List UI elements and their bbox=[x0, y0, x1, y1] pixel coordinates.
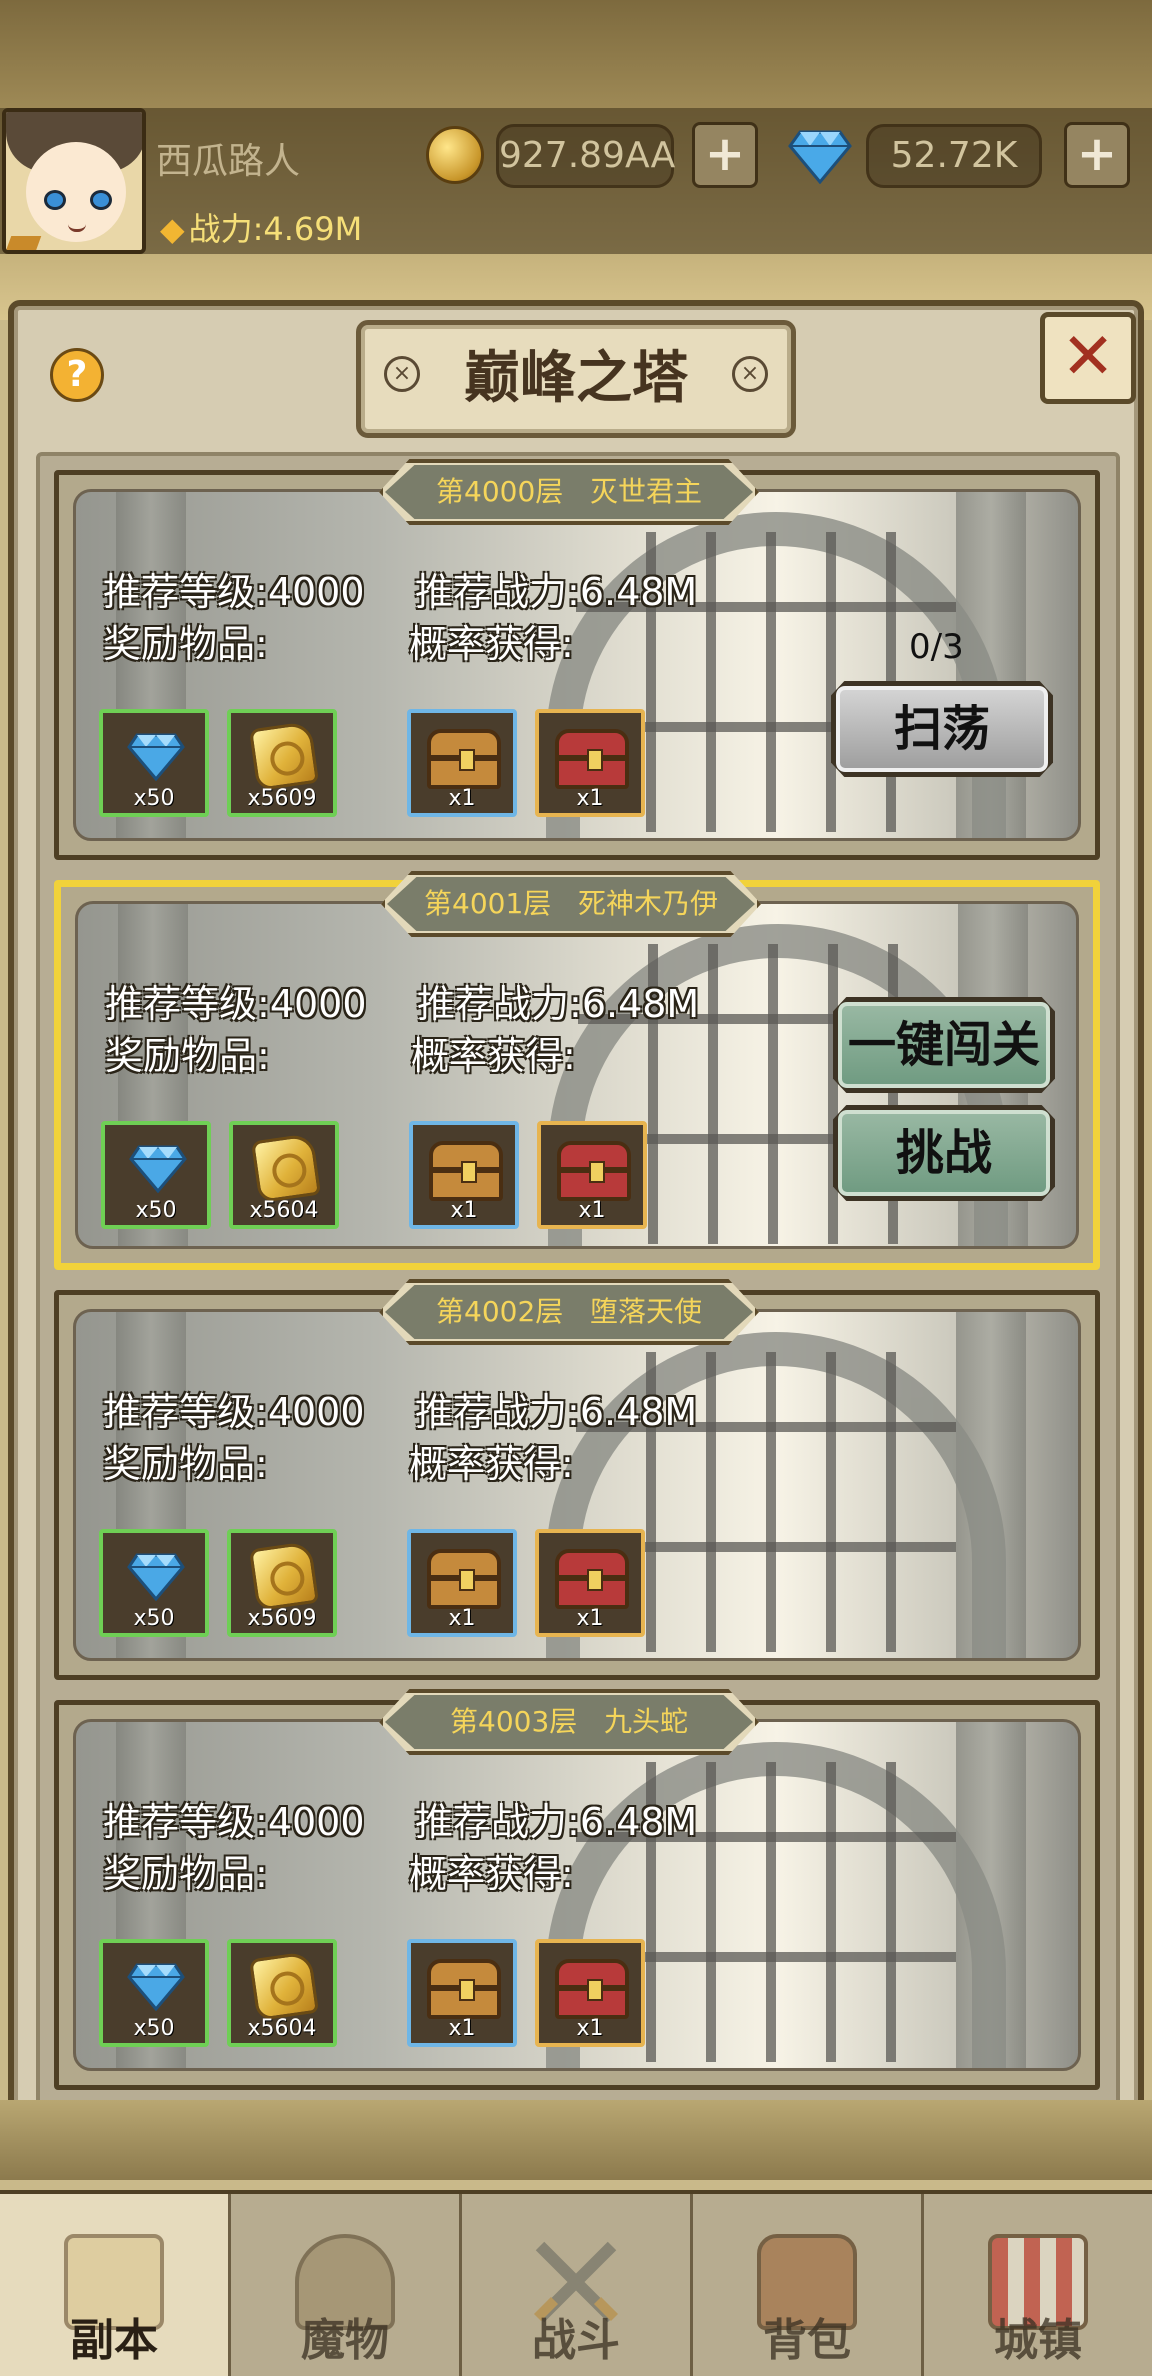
recommended-power: 推荐战力:6.48M bbox=[417, 982, 700, 1026]
chance-item-slot[interactable]: x1 bbox=[537, 1121, 647, 1229]
gold-ore-icon bbox=[248, 1950, 320, 2022]
background-ground bbox=[0, 2100, 1152, 2180]
player-power: ◆ 战力:4.69M bbox=[160, 210, 363, 248]
diamond-icon bbox=[127, 733, 185, 781]
reward-item-slot[interactable]: x50 bbox=[99, 709, 209, 817]
reward-item-slot[interactable]: x5609 bbox=[227, 709, 337, 817]
gold-coin-icon bbox=[426, 126, 484, 184]
item-quantity: x50 bbox=[135, 1198, 177, 1223]
wooden-chest-icon bbox=[427, 1959, 501, 2019]
recommended-level: 推荐等级:4000 bbox=[103, 570, 365, 614]
diamond-icon bbox=[788, 130, 852, 184]
chance-item-slot[interactable]: x1 bbox=[407, 1939, 517, 2047]
nav-dungeon-tab[interactable]: 副本 bbox=[0, 2194, 231, 2376]
add-gems-button[interactable]: + bbox=[1064, 122, 1130, 188]
title-ornament-icon: × bbox=[732, 356, 768, 392]
item-quantity: x5604 bbox=[249, 1198, 319, 1223]
nav-town-tab[interactable]: 城镇 bbox=[924, 2194, 1152, 2376]
item-quantity: x5609 bbox=[247, 1606, 317, 1631]
panel-title: 巅峰之塔 bbox=[356, 320, 796, 438]
reward-label: 奖励物品: bbox=[103, 1442, 268, 1486]
nav-monster-tab[interactable]: 魔物 bbox=[231, 2194, 462, 2376]
red-chest-icon bbox=[555, 729, 629, 789]
sweep-button[interactable]: 扫荡 bbox=[831, 681, 1053, 777]
red-chest-icon bbox=[555, 1959, 629, 2019]
floor-title: 第4000层 灭世君主 bbox=[385, 465, 753, 519]
chance-item-slot[interactable]: x1 bbox=[407, 709, 517, 817]
chance-label: 概率获得: bbox=[409, 622, 574, 666]
nav-battle-tab[interactable]: 战斗 bbox=[462, 2194, 693, 2376]
recommended-level: 推荐等级:4000 bbox=[103, 1800, 365, 1844]
floor-title: 第4001层 死神木乃伊 bbox=[387, 877, 755, 931]
reward-item-slot[interactable]: x50 bbox=[101, 1121, 211, 1229]
power-icon: ◆ bbox=[160, 210, 185, 248]
floor-title: 第4003层 九头蛇 bbox=[385, 1695, 753, 1749]
reward-label: 奖励物品: bbox=[103, 1852, 268, 1896]
chance-item-slot[interactable]: x1 bbox=[409, 1121, 519, 1229]
title-ornament-icon: × bbox=[384, 356, 420, 392]
help-button[interactable]: ? bbox=[50, 348, 104, 402]
floor-card[interactable]: 第4000层 灭世君主推荐等级:4000 推荐战力:6.48M 奖励物品: 概率获得:… bbox=[54, 459, 1100, 860]
red-chest-icon bbox=[555, 1549, 629, 1609]
recommended-level: 推荐等级:4000 bbox=[103, 1390, 365, 1434]
recommended-power: 推荐战力:6.48M bbox=[415, 1390, 698, 1434]
item-quantity: x5609 bbox=[247, 786, 317, 811]
item-quantity: x5604 bbox=[247, 2016, 317, 2041]
item-quantity: x1 bbox=[450, 1198, 478, 1223]
reward-label: 奖励物品: bbox=[105, 1034, 270, 1078]
sweep-count: 0/3 bbox=[909, 627, 964, 667]
rank-badge-icon bbox=[6, 236, 42, 250]
challenge-button[interactable]: 挑战 bbox=[833, 1105, 1055, 1201]
reward-item-slot[interactable]: x50 bbox=[99, 1529, 209, 1637]
item-quantity: x50 bbox=[133, 786, 175, 811]
wooden-chest-icon bbox=[427, 729, 501, 789]
item-quantity: x1 bbox=[576, 1606, 604, 1631]
wooden-chest-icon bbox=[427, 1549, 501, 1609]
item-quantity: x1 bbox=[448, 2016, 476, 2041]
item-quantity: x1 bbox=[448, 786, 476, 811]
red-chest-icon bbox=[557, 1141, 631, 1201]
floor-card[interactable]: 第4001层 死神木乃伊推荐等级:4000 推荐战力:6.48M 奖励物品: 概率获得… bbox=[54, 871, 1100, 1270]
floor-title: 第4002层 堕落天使 bbox=[385, 1285, 753, 1339]
floor-card[interactable]: 第4002层 堕落天使推荐等级:4000 推荐战力:6.48M 奖励物品: 概率获得:… bbox=[54, 1279, 1100, 1680]
item-quantity: x50 bbox=[133, 2016, 175, 2041]
player-name: 西瓜路人 bbox=[156, 141, 301, 182]
item-quantity: x50 bbox=[133, 1606, 175, 1631]
recommended-power: 推荐战力:6.48M bbox=[415, 1800, 698, 1844]
diamond-icon bbox=[127, 1963, 185, 2011]
reward-item-slot[interactable]: x5604 bbox=[229, 1121, 339, 1229]
add-gold-button[interactable]: + bbox=[692, 122, 758, 188]
recommended-power: 推荐战力:6.48M bbox=[415, 570, 698, 614]
gold-ore-icon bbox=[250, 1132, 322, 1204]
reward-item-slot[interactable]: x5604 bbox=[227, 1939, 337, 2047]
gem-amount: 52.72K bbox=[866, 124, 1042, 188]
gold-ore-icon bbox=[248, 1540, 320, 1612]
chance-label: 概率获得: bbox=[409, 1442, 574, 1486]
wooden-chest-icon bbox=[429, 1141, 503, 1201]
bottom-navigation: 副本 魔物 战斗 背包 城镇 bbox=[0, 2190, 1152, 2376]
player-avatar[interactable] bbox=[2, 108, 146, 254]
chance-label: 概率获得: bbox=[411, 1034, 576, 1078]
gold-ore-icon bbox=[248, 720, 320, 792]
diamond-icon bbox=[127, 1553, 185, 1601]
chance-item-slot[interactable]: x1 bbox=[535, 1939, 645, 2047]
reward-item-slot[interactable]: x50 bbox=[99, 1939, 209, 2047]
item-quantity: x1 bbox=[576, 786, 604, 811]
chance-item-slot[interactable]: x1 bbox=[535, 709, 645, 817]
reward-item-slot[interactable]: x5609 bbox=[227, 1529, 337, 1637]
item-quantity: x1 bbox=[576, 2016, 604, 2041]
reward-label: 奖励物品: bbox=[103, 622, 268, 666]
item-quantity: x1 bbox=[448, 1606, 476, 1631]
floor-card[interactable]: 第4003层 九头蛇推荐等级:4000 推荐战力:6.48M 奖励物品: 概率获得: x… bbox=[54, 1689, 1100, 2090]
auto-challenge-button[interactable]: 一键闯关 bbox=[833, 997, 1055, 1093]
nav-backpack-tab[interactable]: 背包 bbox=[693, 2194, 924, 2376]
recommended-level: 推荐等级:4000 bbox=[105, 982, 367, 1026]
close-button[interactable]: ✕ bbox=[1040, 312, 1136, 404]
chance-item-slot[interactable]: x1 bbox=[407, 1529, 517, 1637]
item-quantity: x1 bbox=[578, 1198, 606, 1223]
chance-item-slot[interactable]: x1 bbox=[535, 1529, 645, 1637]
gold-amount: 927.89AA bbox=[496, 124, 675, 188]
chance-label: 概率获得: bbox=[409, 1852, 574, 1896]
diamond-icon bbox=[129, 1145, 187, 1193]
